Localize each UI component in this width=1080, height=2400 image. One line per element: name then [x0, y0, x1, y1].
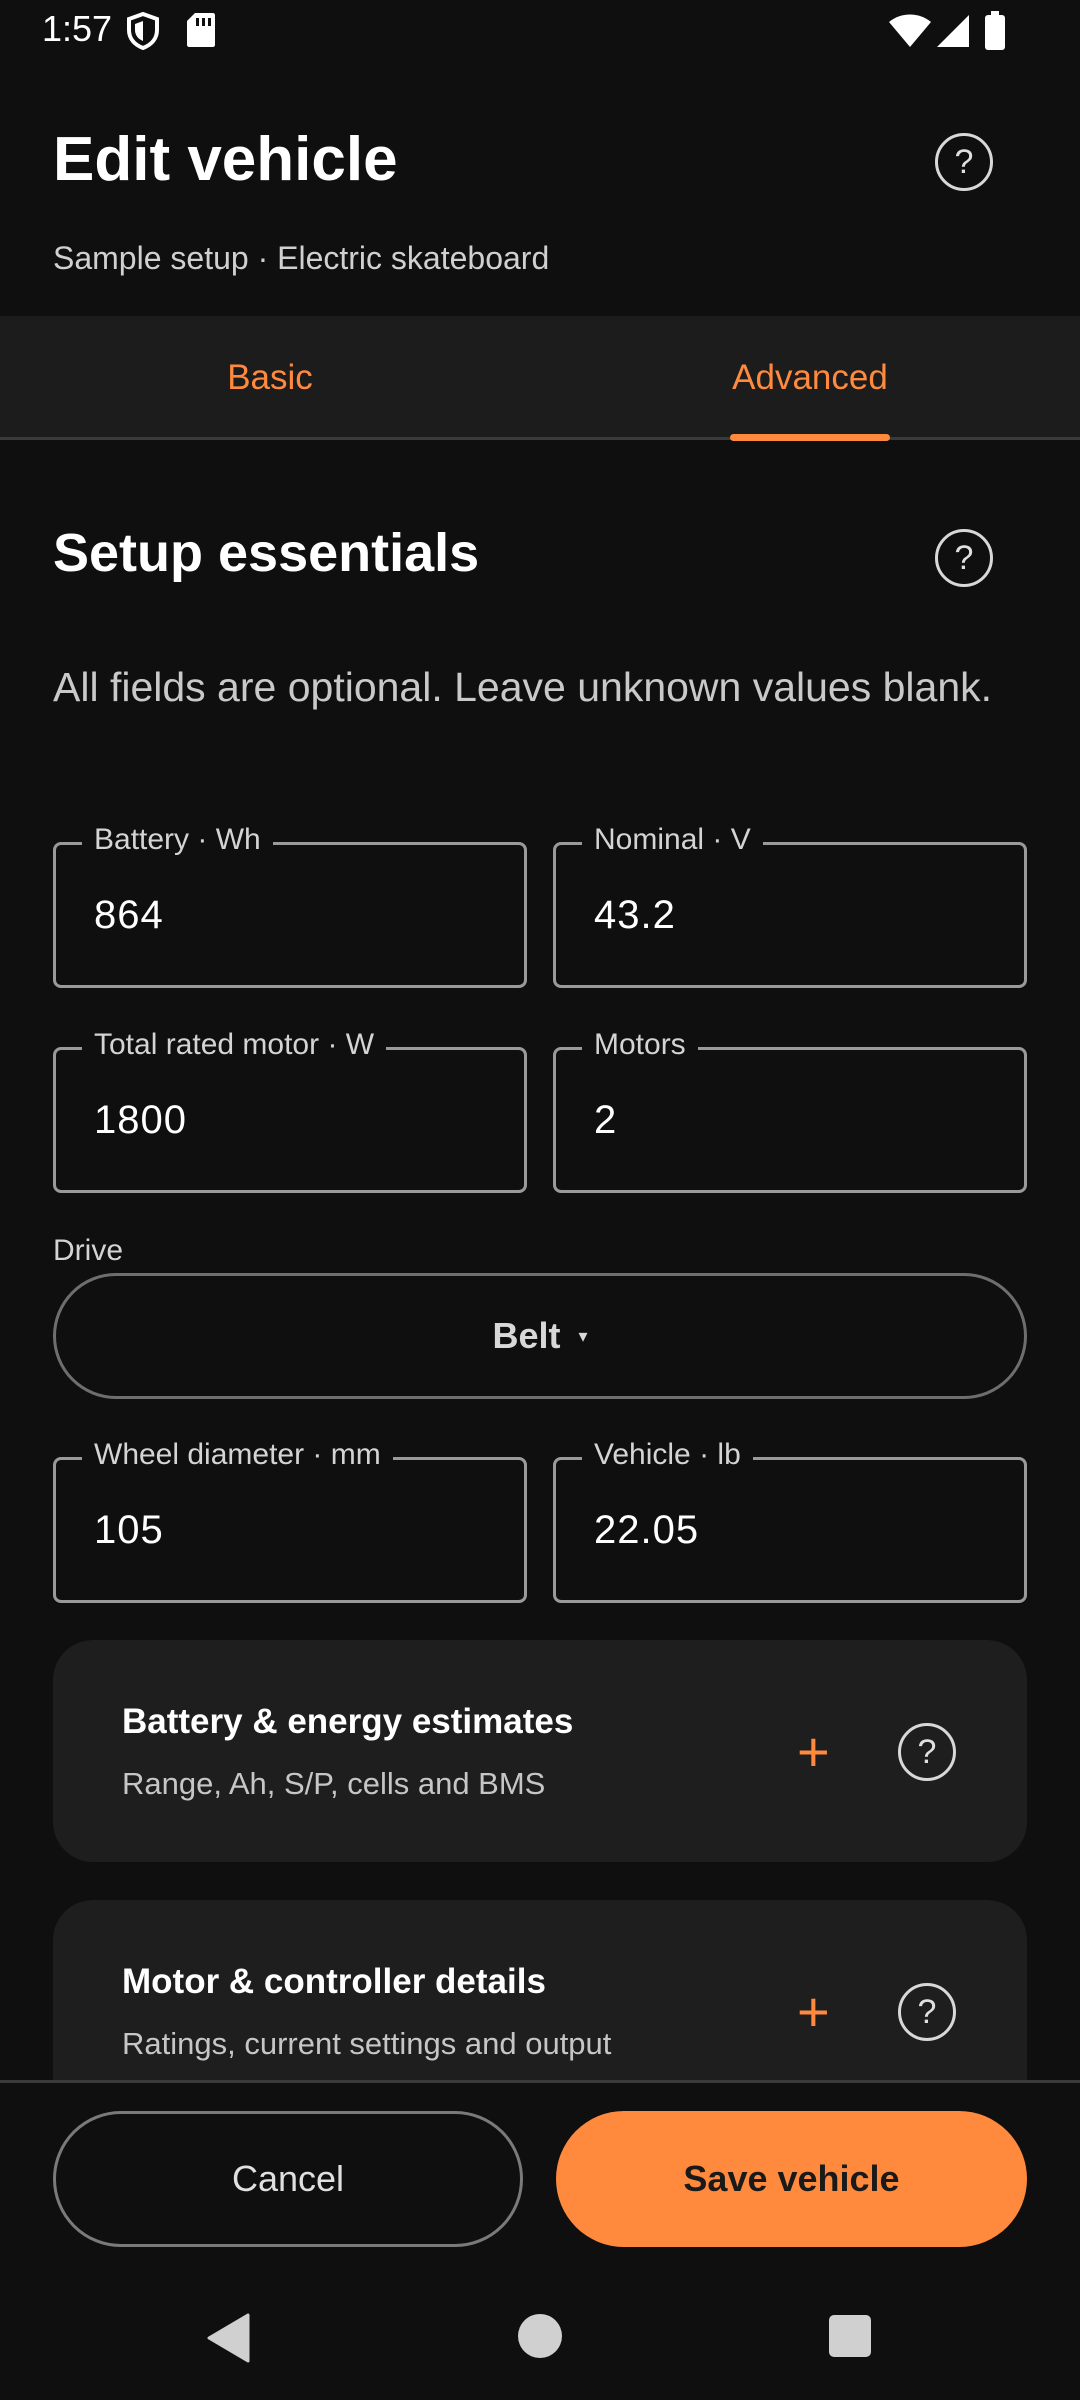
- wifi-icon: [888, 14, 932, 53]
- shield-icon: [126, 11, 160, 55]
- tab-basic[interactable]: Basic: [0, 316, 540, 440]
- motor-power-label: Total rated motor · W: [82, 1028, 387, 1062]
- drive-label: Drive: [53, 1234, 124, 1267]
- wheel-diameter-label: Wheel diameter · mm: [82, 1438, 393, 1472]
- motor-power-field: Total rated motor · W: [53, 1028, 527, 1193]
- section-description: All fields are optional. Leave unknown v…: [53, 664, 993, 710]
- vehicle-weight-input[interactable]: [556, 1460, 1024, 1600]
- motor-power-input[interactable]: [56, 1050, 524, 1190]
- status-bar: 1:57: [0, 0, 1080, 62]
- signal-icon: [936, 14, 970, 53]
- expand-plus-icon[interactable]: +: [797, 1724, 830, 1780]
- battery-icon: [984, 11, 1006, 56]
- battery-field: Battery · Wh: [53, 823, 527, 988]
- motors-input[interactable]: [556, 1050, 1024, 1190]
- wheel-diameter-input[interactable]: [56, 1460, 524, 1600]
- tab-advanced[interactable]: Advanced: [540, 316, 1080, 440]
- dropdown-caret-icon: ▾: [578, 1325, 588, 1346]
- edit-vehicle-screen: 1:57 Edit vehicle ? Sample setup · Elect…: [0, 0, 1080, 2400]
- battery-energy-card[interactable]: Battery & energy estimates Range, Ah, S/…: [53, 1640, 1027, 1862]
- status-time: 1:57: [42, 8, 113, 49]
- page-title: Edit vehicle: [53, 125, 398, 194]
- nominal-voltage-label: Nominal · V: [582, 823, 763, 857]
- page-subtitle: Sample setup · Electric skateboard: [53, 240, 550, 276]
- card-title: Motor & controller details: [122, 1962, 546, 2001]
- save-vehicle-button[interactable]: Save vehicle: [556, 2111, 1027, 2247]
- card-title: Battery & energy estimates: [122, 1702, 574, 1741]
- tab-bar: Basic Advanced: [0, 316, 1080, 440]
- drive-select[interactable]: Belt ▾: [53, 1273, 1027, 1399]
- vehicle-weight-label: Vehicle · lb: [582, 1438, 753, 1472]
- wheel-diameter-field: Wheel diameter · mm: [53, 1438, 527, 1603]
- battery-label: Battery · Wh: [82, 823, 273, 857]
- nominal-voltage-input[interactable]: [556, 845, 1024, 985]
- motors-field: Motors: [553, 1028, 1027, 1193]
- sd-card-icon: [186, 12, 216, 53]
- tab-indicator: [730, 434, 890, 441]
- nav-home-icon[interactable]: [518, 2314, 562, 2358]
- section-help-icon[interactable]: ?: [935, 529, 993, 587]
- bottom-divider: [0, 2080, 1080, 2083]
- nominal-voltage-field: Nominal · V: [553, 823, 1027, 988]
- card-subtitle: Range, Ah, S/P, cells and BMS: [122, 1766, 546, 1801]
- nav-recents-icon[interactable]: [829, 2315, 871, 2357]
- drive-value: Belt: [492, 1315, 561, 1356]
- vehicle-weight-field: Vehicle · lb: [553, 1438, 1027, 1603]
- battery-input[interactable]: [56, 845, 524, 985]
- card-help-icon[interactable]: ?: [898, 1723, 956, 1781]
- expand-plus-icon[interactable]: +: [797, 1984, 830, 2040]
- help-icon[interactable]: ?: [935, 133, 993, 191]
- card-help-icon[interactable]: ?: [898, 1983, 956, 2041]
- nav-back-icon[interactable]: [206, 2313, 250, 2368]
- cancel-button[interactable]: Cancel: [53, 2111, 523, 2247]
- motors-label: Motors: [582, 1028, 698, 1062]
- card-subtitle: Ratings, current settings and output: [122, 2026, 612, 2061]
- section-title: Setup essentials: [53, 523, 480, 583]
